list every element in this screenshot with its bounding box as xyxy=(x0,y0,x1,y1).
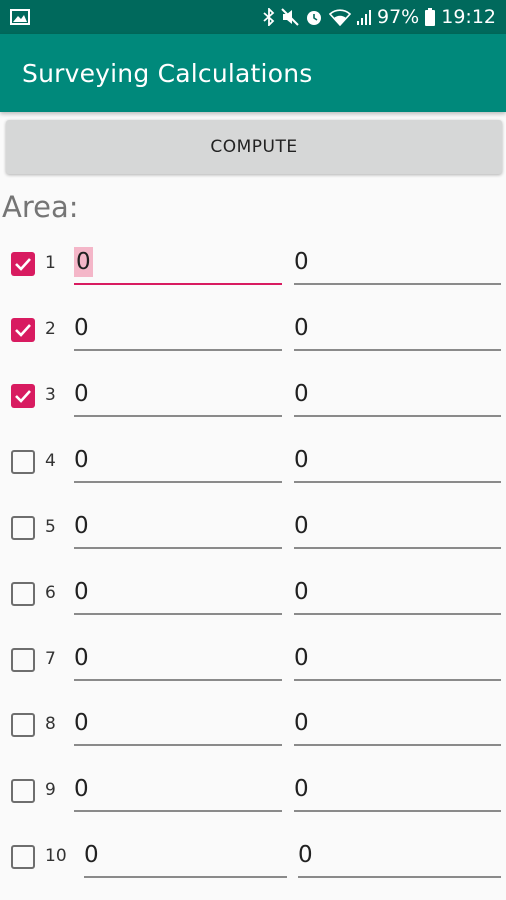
battery-icon xyxy=(425,8,436,26)
check-icon xyxy=(14,323,32,337)
coordinate-row: 10 0 0 xyxy=(0,836,506,880)
coordinate-row: 900 xyxy=(0,770,506,814)
compute-button[interactable]: COMPUTE xyxy=(6,120,502,174)
coordinate-row: 800 xyxy=(0,704,506,748)
x-coordinate-input[interactable]: 0 xyxy=(74,375,282,417)
x-coordinate-input[interactable]: 0 xyxy=(74,704,282,746)
x-coordinate-value: 0 xyxy=(74,710,89,736)
y-coordinate-input[interactable]: 0 xyxy=(294,507,501,549)
signal-icon xyxy=(357,9,371,25)
y-coordinate-input[interactable]: 0 xyxy=(294,573,501,615)
y-coordinate-input[interactable]: 0 xyxy=(294,704,501,746)
x-coordinate-input[interactable]: 0 xyxy=(74,573,282,615)
y-coordinate-input[interactable]: 0 xyxy=(294,770,501,812)
coordinate-row: 600 xyxy=(0,573,506,617)
x-coordinate-value: 0 xyxy=(74,447,89,473)
x-coordinate-input[interactable]: 0 xyxy=(74,770,282,812)
y-coordinate-input[interactable]: 0 xyxy=(294,375,501,417)
y-coordinate-value: 0 xyxy=(294,381,309,407)
row-number: 8 xyxy=(45,714,56,734)
app-title: Surveying Calculations xyxy=(22,58,313,88)
bluetooth-icon xyxy=(263,8,275,26)
row-checkbox[interactable] xyxy=(11,582,35,606)
row-checkbox[interactable] xyxy=(11,318,35,342)
x-coordinate-input[interactable]: 0 xyxy=(74,507,282,549)
y-coordinate-input[interactable]: 0 xyxy=(298,836,501,878)
y-coordinate-value: 0 xyxy=(294,513,309,539)
x-coordinate-value: 0 xyxy=(74,776,89,802)
check-icon xyxy=(14,389,32,403)
y-coordinate-value: 0 xyxy=(298,842,313,868)
battery-percent: 97% xyxy=(377,6,420,28)
clock: 19:12 xyxy=(441,6,496,28)
x-coordinate-input[interactable]: 0 xyxy=(84,836,287,878)
row-number: 7 xyxy=(45,649,56,669)
x-coordinate-value: 0 xyxy=(74,579,89,605)
y-coordinate-value: 0 xyxy=(294,447,309,473)
row-checkbox[interactable] xyxy=(11,845,35,869)
row-checkbox[interactable] xyxy=(11,648,35,672)
row-number: 1 xyxy=(45,253,56,273)
y-coordinate-input[interactable]: 0 xyxy=(294,309,501,351)
row-number: 9 xyxy=(45,780,56,800)
row-number: 6 xyxy=(45,583,56,603)
coordinate-row: 700 xyxy=(0,639,506,683)
app-bar: Surveying Calculations xyxy=(0,34,506,112)
mute-icon xyxy=(281,8,299,26)
wifi-icon xyxy=(329,8,351,26)
y-coordinate-value: 0 xyxy=(294,579,309,605)
y-coordinate-value: 0 xyxy=(294,710,309,736)
y-coordinate-value: 0 xyxy=(294,249,309,275)
coordinate-row: 200 xyxy=(0,309,506,353)
x-coordinate-input[interactable]: 0 xyxy=(74,639,282,681)
y-coordinate-input[interactable]: 0 xyxy=(294,243,501,285)
y-coordinate-input[interactable]: 0 xyxy=(294,441,501,483)
x-coordinate-input[interactable]: 0 xyxy=(74,441,282,483)
row-number: 5 xyxy=(45,517,56,537)
status-bar: 97% 19:12 xyxy=(0,0,506,34)
y-coordinate-value: 0 xyxy=(294,315,309,341)
area-label: Area: xyxy=(2,190,79,224)
x-coordinate-input[interactable]: 0 xyxy=(74,309,282,351)
x-coordinate-value: 0 xyxy=(74,315,89,341)
row-number: 4 xyxy=(45,451,56,471)
x-coordinate-value: 0 xyxy=(84,842,99,868)
x-coordinate-value: 0 xyxy=(74,645,89,671)
coordinate-row: 400 xyxy=(0,441,506,485)
x-coordinate-input[interactable]: 0 xyxy=(74,243,282,285)
row-checkbox[interactable] xyxy=(11,779,35,803)
coordinate-row: 500 xyxy=(0,507,506,551)
row-checkbox[interactable] xyxy=(11,252,35,276)
row-checkbox[interactable] xyxy=(11,450,35,474)
x-coordinate-value: 0 xyxy=(74,247,93,277)
y-coordinate-input[interactable]: 0 xyxy=(294,639,501,681)
coordinate-row: 300 xyxy=(0,375,506,419)
x-coordinate-value: 0 xyxy=(74,381,89,407)
x-coordinate-value: 0 xyxy=(74,513,89,539)
row-number: 2 xyxy=(45,319,56,339)
alarm-icon xyxy=(305,8,323,26)
row-checkbox[interactable] xyxy=(11,516,35,540)
y-coordinate-value: 0 xyxy=(294,776,309,802)
y-coordinate-value: 0 xyxy=(294,645,309,671)
coordinate-row: 100 xyxy=(0,243,506,287)
image-icon xyxy=(10,9,30,25)
row-number: 10 xyxy=(45,846,67,866)
row-number: 3 xyxy=(45,385,56,405)
row-checkbox[interactable] xyxy=(11,713,35,737)
check-icon xyxy=(14,257,32,271)
row-checkbox[interactable] xyxy=(11,384,35,408)
